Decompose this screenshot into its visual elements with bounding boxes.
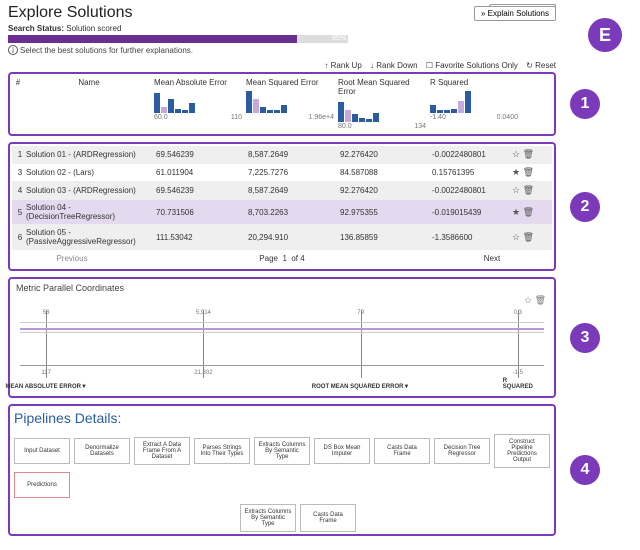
pipeline-node[interactable]: Extract A Data Frame From A Dataset [134, 437, 190, 465]
pipelines-section: 4 Pipelines Details: Input DatasetDenorm… [8, 404, 556, 536]
pipelines-title: Pipelines Details: [14, 410, 552, 426]
table-row[interactable]: 6Solution 05 - (PassiveAggressiveRegress… [12, 225, 552, 250]
progress-pct: 85% [332, 35, 346, 42]
pipeline-node[interactable]: Parses Strings Into Their Types [194, 438, 250, 464]
search-status-value: Solution scored [66, 24, 121, 33]
rank-down-button[interactable]: ↓ Rank Down [370, 61, 418, 70]
star-icon[interactable]: ☆ [512, 185, 520, 195]
pipeline-node[interactable]: Construct Pipeline Predictions Output [494, 434, 550, 468]
mae-histogram [154, 89, 242, 113]
col-r2[interactable]: R Squared [430, 78, 518, 87]
pipeline-node[interactable]: Extracts Columns By Semantic Type [254, 437, 310, 465]
info-icon: i [8, 45, 18, 55]
prev-button[interactable]: Previous [12, 254, 132, 263]
annotation-badge-1: 1 [570, 89, 600, 119]
table-row[interactable]: 1Solution 01 - (ARDRegression)69.5462398… [12, 146, 552, 164]
hint-text: iSelect the best solutions for further e… [8, 45, 556, 55]
annotation-badge-3: 3 [570, 323, 600, 353]
col-name[interactable]: Name [24, 78, 154, 87]
trash-icon[interactable]: 🗑 [523, 185, 534, 195]
parallel-coords-chart[interactable]: 58 117 5,914 21,802 79 0.3 -1.5 MEAN ABS… [20, 310, 544, 390]
pipeline-node[interactable]: DS Box Mean Imputer [314, 438, 370, 464]
star-icon[interactable]: ☆ [512, 232, 520, 242]
trash-icon[interactable]: 🗑 [523, 167, 534, 177]
col-rmse[interactable]: Root Mean Squared Error [338, 78, 426, 96]
explain-solutions-button[interactable]: » Explain Solutions [474, 6, 556, 21]
col-mae[interactable]: Mean Absolute Error [154, 78, 242, 87]
solutions-table-section: 2 1Solution 01 - (ARDRegression)69.54623… [8, 142, 556, 271]
next-button[interactable]: Next [432, 254, 552, 263]
mpc-title: Metric Parallel Coordinates [12, 281, 552, 295]
star-icon[interactable]: ★ [512, 207, 520, 217]
annotation-badge-e: E [588, 18, 622, 52]
annotation-badge-2: 2 [570, 192, 600, 222]
trash-icon[interactable]: 🗑 [523, 149, 534, 159]
trash-icon[interactable]: 🗑 [523, 232, 534, 242]
pipeline-node[interactable]: Decision Tree Regressor [434, 438, 490, 464]
r2-histogram [430, 89, 518, 113]
star-icon[interactable]: ☆ [512, 149, 520, 159]
search-status-label: Search Status: [8, 24, 64, 33]
rmse-histogram [338, 98, 426, 122]
annotation-badge-4: 4 [570, 455, 600, 485]
col-num[interactable]: # [12, 78, 24, 87]
pipeline-node[interactable]: Input Dataset [14, 438, 70, 464]
star-icon[interactable]: ★ [512, 167, 520, 177]
trash-icon[interactable]: 🗑 [523, 207, 534, 217]
star-icon[interactable]: ☆ [524, 295, 532, 305]
parallel-coords-section: 3 Metric Parallel Coordinates ☆ 🗑 58 117… [8, 277, 556, 398]
reset-button[interactable]: ↻ Reset [526, 61, 556, 70]
mse-histogram [246, 89, 334, 113]
pipeline-node[interactable]: Predictions [14, 472, 70, 498]
favorite-only-checkbox[interactable]: ☐ Favorite Solutions Only [426, 61, 518, 70]
trash-icon[interactable]: 🗑 [535, 295, 546, 305]
table-row[interactable]: 5Solution 04 - (DecisionTreeRegressor)70… [12, 200, 552, 225]
table-row[interactable]: 4Solution 03 - (ARDRegression)69.5462398… [12, 182, 552, 200]
table-row[interactable]: 3Solution 02 - (Lars)61.0119047,225.7276… [12, 164, 552, 182]
page-number[interactable]: 1 [282, 254, 286, 263]
column-header-section: 1 # Name Mean Absolute Error 60.0110 Mea… [8, 72, 556, 136]
page-title: Explore Solutions [8, 4, 133, 22]
pipeline-node[interactable]: Casts Data Frame [374, 438, 430, 464]
progress-bar: 85% [8, 35, 348, 43]
col-mse[interactable]: Mean Squared Error [246, 78, 334, 87]
pipeline-node[interactable]: Denormalize Datasets [74, 438, 130, 464]
rank-up-button[interactable]: ↑ Rank Up [324, 61, 361, 70]
